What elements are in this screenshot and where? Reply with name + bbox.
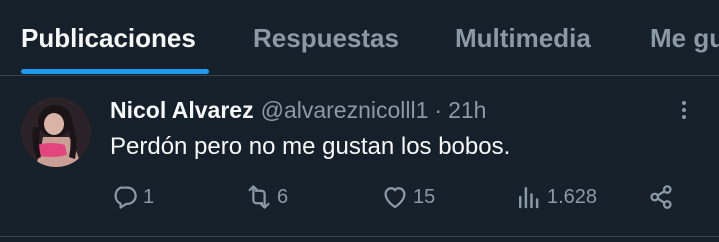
reply-count: 1	[143, 185, 155, 208]
like-icon	[384, 187, 406, 209]
tab-multimedia[interactable]: Multimedia	[455, 18, 591, 58]
post-text: Perdón pero no me gustan los bobos.	[110, 133, 511, 160]
post[interactable]: Nicol Alvarez @alvareznicolll1 · 21h Perdón…	[0, 77, 719, 237]
like-count: 15	[413, 185, 436, 208]
views-icon	[519, 187, 539, 209]
profile-timeline: Publicaciones Respuestas Multimedia Me g…	[0, 0, 719, 242]
repost-icon	[248, 185, 270, 209]
avatar[interactable]	[21, 97, 91, 167]
tab-respuestas[interactable]: Respuestas	[253, 18, 399, 58]
repost-button[interactable]: 6	[244, 181, 288, 213]
author-name[interactable]: Nicol Alvarez	[110, 97, 254, 123]
views-button[interactable]: 1.628	[514, 181, 597, 213]
more-icon[interactable]	[674, 95, 694, 125]
avatar-image	[21, 97, 91, 167]
post-header: Nicol Alvarez @alvareznicolll1 · 21h	[110, 95, 486, 125]
reply-button[interactable]: 1	[110, 181, 154, 213]
reply-icon	[114, 186, 137, 209]
tab-publicaciones[interactable]: Publicaciones	[21, 18, 196, 58]
share-button[interactable]	[646, 181, 676, 213]
share-icon	[650, 185, 672, 209]
like-button[interactable]: 15	[380, 181, 435, 213]
author-handle[interactable]: @alvareznicolll1	[261, 97, 429, 123]
profile-tabs: Publicaciones Respuestas Multimedia Me g…	[0, 0, 719, 76]
repost-count: 6	[277, 185, 289, 208]
post-time[interactable]: 21h	[448, 97, 486, 123]
tab-me-gustan[interactable]: Me gustan	[650, 18, 719, 58]
separator-dot: ·	[434, 97, 443, 123]
views-count: 1.628	[547, 185, 598, 208]
active-tab-indicator	[21, 69, 209, 74]
